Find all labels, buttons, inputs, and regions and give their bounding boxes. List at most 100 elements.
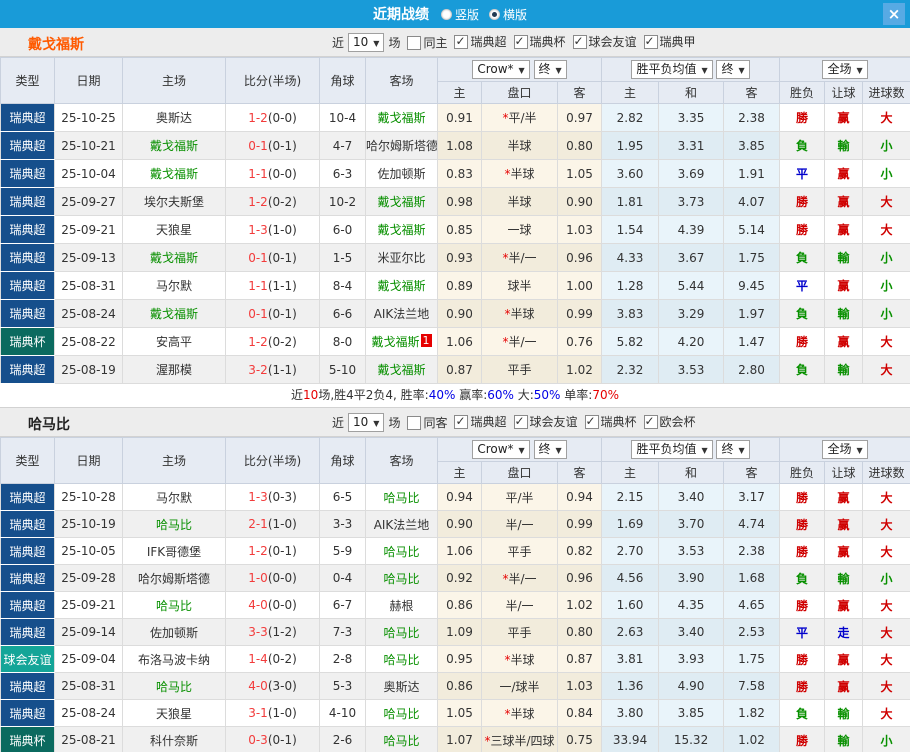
checkbox-icon[interactable]: [513, 34, 528, 49]
away-team-cell: 哈马比: [365, 699, 438, 727]
games-count-select[interactable]: 10 ▼: [348, 33, 385, 52]
league-type-cell: 瑞典杯: [0, 327, 55, 356]
corners-cell: 1-5: [319, 243, 366, 272]
away-team-name: 哈马比: [383, 652, 420, 667]
checkbox-icon[interactable]: [513, 414, 528, 429]
scope-group-header: 全场 ▼: [779, 57, 910, 82]
league-filter-checkbox[interactable]: 瑞典超: [447, 33, 507, 50]
avg-draw-odds-cell: 3.93: [658, 645, 725, 673]
handicap-outcome-cell: 赢: [824, 510, 864, 538]
corners-cell: 0-4: [319, 564, 366, 592]
league-filter-checkbox[interactable]: 瑞典杯: [507, 33, 566, 50]
checkbox-icon[interactable]: [584, 414, 599, 429]
bookmaker-select[interactable]: Crow* ▼: [472, 60, 530, 79]
avg-draw-odds-cell: 3.53: [658, 355, 725, 384]
half-time-score: (1-1): [267, 278, 297, 293]
away-team-name: AIK法兰地: [373, 517, 430, 532]
match-date-cell: 25-08-31: [54, 672, 123, 700]
handicap-home-odds-cell: 0.85: [437, 215, 482, 244]
avg-home-odds-cell: 2.70: [601, 537, 660, 565]
avg-draw-odds-cell: 15.32: [658, 726, 725, 752]
handicap-away-odds-cell: 1.03: [556, 215, 603, 244]
scope-select[interactable]: 全场 ▼: [822, 440, 868, 459]
avg-home-odds-cell: 4.56: [601, 564, 660, 592]
goals-outcome-cell: 小: [862, 131, 910, 160]
checkbox-icon[interactable]: [643, 34, 658, 49]
bookmaker-select[interactable]: Crow* ▼: [472, 440, 530, 459]
away-team-cell: 戴戈福斯: [365, 271, 438, 300]
layout-option-vertical[interactable]: 竖版: [440, 6, 479, 23]
home-team-cell: 哈尔姆斯塔德: [122, 564, 226, 592]
radio-icon[interactable]: [489, 8, 500, 20]
home-team-results-table: 类型 日期 主场 比分(半场) 角球 客场 Crow* ▼ 终 ▼ 胜平负均值 ▼ 终…: [0, 57, 910, 384]
star-icon: *: [502, 571, 509, 586]
league-filter-checkbox[interactable]: 欧会杯: [637, 413, 696, 430]
half-time-score: (0-1): [267, 138, 297, 153]
away-team-cell: 哈尔姆斯塔德: [365, 131, 438, 160]
checkbox-icon[interactable]: [643, 414, 658, 429]
radio-icon[interactable]: [440, 8, 452, 20]
col-header-avg-away: 客: [723, 81, 781, 104]
same-venue-checkbox[interactable]: 同主: [400, 34, 447, 51]
league-type-cell: 瑞典超: [0, 483, 55, 511]
select-value: 终: [721, 62, 734, 76]
corners-cell: 6-3: [319, 159, 366, 188]
match-date-cell: 25-09-13: [54, 243, 123, 272]
handicap-away-odds-cell: 0.84: [556, 699, 603, 727]
col-header-avg-home: 主: [601, 81, 660, 104]
league-filter-checkbox[interactable]: 瑞典甲: [637, 33, 696, 50]
match-date-cell: 25-09-27: [54, 187, 123, 216]
games-count-select[interactable]: 10 ▼: [348, 413, 385, 432]
table-header-row: 类型 日期 主场 比分(半场) 角球 客场 Crow* ▼ 终 ▼ 胜平负均值 ▼ 终…: [0, 437, 910, 484]
select-value: 终: [721, 442, 734, 456]
avg-select[interactable]: 胜平负均值 ▼: [631, 60, 713, 79]
half-time-score: (0-0): [267, 110, 297, 125]
league-filter-checkbox[interactable]: 球会友谊: [507, 413, 578, 430]
avg-select[interactable]: 胜平负均值 ▼: [631, 440, 713, 459]
same-venue-label: 同主: [423, 36, 448, 50]
summary-text: 50%: [533, 388, 561, 402]
away-team-cell: AIK法兰地: [365, 299, 438, 328]
goals-outcome-cell: 大: [862, 327, 910, 356]
close-button[interactable]: ×: [883, 3, 905, 25]
handicap-home-odds-cell: 1.08: [437, 131, 482, 160]
select-value: 全场: [827, 62, 852, 76]
league-filter-checkbox[interactable]: 球会友谊: [566, 33, 637, 50]
avg-period-select[interactable]: 终 ▼: [716, 440, 750, 459]
handicap-home-odds-cell: 0.86: [437, 591, 482, 619]
odds-period-select[interactable]: 终 ▼: [533, 440, 567, 459]
scope-select[interactable]: 全场 ▼: [822, 60, 868, 79]
avg-draw-odds-cell: 3.35: [658, 103, 725, 132]
league-filter-checkbox[interactable]: 瑞典杯: [578, 413, 637, 430]
avg-away-odds-cell: 7.58: [723, 672, 781, 700]
checkbox-icon[interactable]: [407, 415, 422, 430]
half-time-score: (0-0): [267, 166, 297, 181]
avg-period-select[interactable]: 终 ▼: [716, 60, 750, 79]
match-row: 瑞典超 25-09-28 哈尔姆斯塔德 1-0(0-0) 0-4 哈马比 0.92 *半/一 0…: [0, 564, 910, 592]
away-team-cell: 哈马比: [365, 537, 438, 565]
score-cell: 1-1(1-1): [225, 271, 320, 300]
same-venue-checkbox[interactable]: 同客: [400, 414, 447, 431]
score-cell: 0-3(0-1): [225, 726, 320, 752]
layout-option-horizontal[interactable]: 横版: [489, 6, 527, 23]
away-team-cell: 哈马比: [365, 645, 438, 673]
home-team-cell: 埃尔夫斯堡: [122, 187, 226, 216]
league-type-cell: 球会友谊: [0, 645, 55, 673]
summary-text: 70%: [592, 388, 619, 402]
checkbox-icon[interactable]: [407, 35, 422, 50]
outcome-cell: 負: [779, 131, 826, 160]
checkbox-icon[interactable]: [454, 34, 469, 49]
full-time-score: 4-0: [248, 598, 268, 612]
league-filter-checkbox[interactable]: 瑞典超: [447, 413, 507, 430]
odds-group-header: Crow* ▼ 终 ▼: [436, 57, 603, 82]
checkbox-icon[interactable]: [454, 414, 469, 429]
score-cell: 1-2(0-0): [225, 103, 320, 132]
checkbox-icon[interactable]: [572, 34, 587, 49]
odds-period-select[interactable]: 终 ▼: [533, 60, 567, 79]
score-cell: 3-1(1-0): [225, 699, 320, 727]
full-time-score: 1-2: [248, 110, 268, 125]
handicap-line-cell: *三球半/四球: [481, 726, 558, 752]
handicap-outcome-cell: 輸: [824, 243, 864, 272]
league-filter-label: 球会友谊: [529, 415, 578, 430]
score-cell: 4-0(0-0): [225, 591, 320, 619]
